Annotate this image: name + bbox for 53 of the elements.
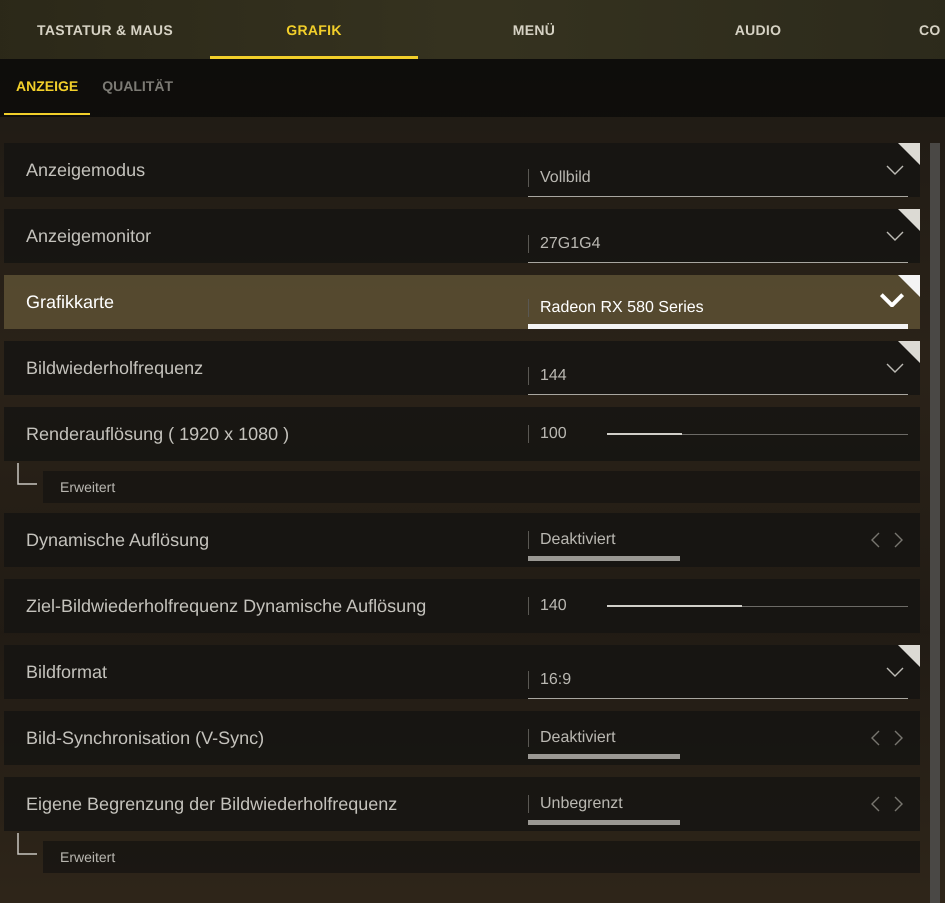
chevron-left-icon[interactable] bbox=[870, 532, 880, 548]
setting-label: Bildwiederholfrequenz bbox=[25, 358, 204, 378]
chevron-down-icon bbox=[886, 164, 904, 174]
option-selector[interactable]: Deaktiviert bbox=[528, 520, 680, 560]
setting-row[interactable]: Dynamische Auflösung Deaktiviert bbox=[4, 513, 920, 567]
setting-row[interactable]: Grafikkarte Radeon RX 580 Series bbox=[4, 275, 920, 329]
setting-label: Eigene Begrenzung der Bildwiederholfrequenz bbox=[25, 794, 398, 814]
setting-row[interactable]: Bildformat 16:9 bbox=[4, 645, 920, 699]
setting-label: Bild-Synchronisation (V-Sync) bbox=[25, 728, 266, 748]
chevron-down-icon bbox=[886, 362, 904, 372]
setting-label: Renderauflösung ( 1920 x 1080 ) bbox=[25, 424, 290, 444]
option-selector[interactable]: Unbegrenzt bbox=[528, 784, 680, 824]
chevron-left-icon[interactable] bbox=[870, 730, 880, 746]
main-tab[interactable]: CO bbox=[866, 0, 945, 58]
main-tab[interactable]: AUDIO bbox=[650, 0, 866, 58]
corner-icon bbox=[898, 341, 920, 363]
setting-label: Anzeigemodus bbox=[25, 160, 146, 180]
setting-row[interactable]: Erweitert bbox=[43, 841, 920, 873]
option-selector[interactable]: Deaktiviert bbox=[528, 718, 680, 758]
chevron-left-icon[interactable] bbox=[870, 796, 880, 812]
corner-icon bbox=[898, 275, 920, 297]
setting-row[interactable]: Anzeigemonitor 27G1G4 bbox=[4, 209, 920, 263]
slider-value: 140 bbox=[528, 597, 567, 615]
setting-row[interactable]: Erweitert bbox=[43, 471, 920, 503]
setting-label: Grafikkarte bbox=[25, 292, 116, 312]
chevron-right-icon[interactable] bbox=[894, 796, 904, 812]
dropdown-field[interactable]: Radeon RX 580 Series bbox=[528, 275, 908, 329]
corner-icon bbox=[898, 143, 920, 165]
setting-label: Bildformat bbox=[25, 662, 108, 682]
corner-icon bbox=[898, 645, 920, 667]
sub-tab[interactable]: QUALITÄT bbox=[90, 58, 185, 115]
setting-row[interactable]: Renderauflösung ( 1920 x 1080 ) 100 bbox=[4, 407, 920, 461]
chevron-down-icon bbox=[880, 292, 904, 306]
setting-row[interactable]: Ziel-Bildwiederholfrequenz Dynamische Auflösung 140 bbox=[4, 579, 920, 633]
main-tab[interactable]: TASTATUR & MAUS bbox=[0, 0, 210, 58]
scrollbar[interactable] bbox=[930, 143, 940, 903]
setting-row[interactable]: Anzeigemodus Vollbild bbox=[4, 143, 920, 197]
chevron-right-icon[interactable] bbox=[894, 730, 904, 746]
setting-row[interactable]: Bild-Synchronisation (V-Sync) Deaktiviert bbox=[4, 711, 920, 765]
setting-label: Dynamische Auflösung bbox=[25, 530, 210, 550]
slider-value: 100 bbox=[528, 425, 567, 443]
main-tab[interactable]: MENÜ bbox=[418, 0, 650, 58]
setting-label: Anzeigemonitor bbox=[25, 226, 152, 246]
sub-tab[interactable]: ANZEIGE bbox=[4, 58, 90, 115]
chevron-down-icon bbox=[886, 666, 904, 676]
setting-row[interactable]: Eigene Begrenzung der Bildwiederholfrequenz Unbegrenzt bbox=[4, 777, 920, 831]
bracket-icon bbox=[17, 833, 37, 855]
bracket-icon bbox=[17, 463, 37, 485]
corner-icon bbox=[898, 209, 920, 231]
chevron-right-icon[interactable] bbox=[894, 532, 904, 548]
setting-row[interactable]: Bildwiederholfrequenz 144 bbox=[4, 341, 920, 395]
chevron-down-icon bbox=[886, 230, 904, 240]
setting-label: Ziel-Bildwiederholfrequenz Dynamische Auflösung bbox=[25, 596, 428, 616]
